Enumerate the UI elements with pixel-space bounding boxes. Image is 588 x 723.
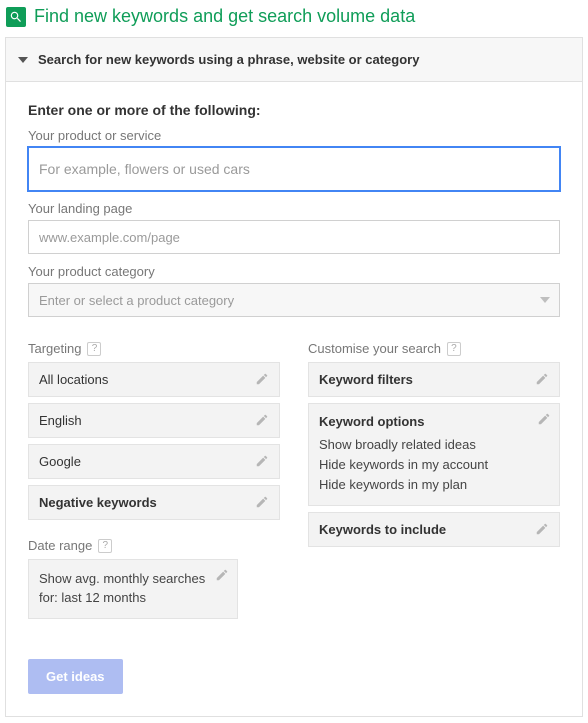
panel-body: Enter one or more of the following: Your… (6, 82, 582, 716)
targeting-negative-keywords[interactable]: Negative keywords (28, 485, 280, 520)
get-ideas-button[interactable]: Get ideas (28, 659, 123, 694)
search-icon (6, 7, 26, 27)
date-range-selector[interactable]: Show avg. monthly searches for: last 12 … (28, 559, 238, 619)
product-label: Your product or service (28, 128, 560, 143)
help-icon[interactable]: ? (98, 539, 112, 553)
pencil-icon (255, 495, 269, 509)
keywords-to-include[interactable]: Keywords to include (308, 512, 560, 547)
customise-column: Customise your search ? Keyword filters … (308, 341, 560, 553)
landing-page-label: Your landing page (28, 201, 560, 216)
product-category-label: Your product category (28, 264, 560, 279)
date-range-label: Date range ? (28, 538, 280, 553)
pencil-icon (255, 372, 269, 386)
help-icon[interactable]: ? (87, 342, 101, 356)
targeting-label: Targeting ? (28, 341, 280, 356)
pencil-icon (535, 522, 549, 536)
product-input[interactable] (28, 147, 560, 191)
product-category-select[interactable]: Enter or select a product category (28, 283, 560, 317)
targeting-network[interactable]: Google (28, 444, 280, 479)
pencil-icon (255, 413, 269, 427)
product-category-placeholder: Enter or select a product category (39, 293, 234, 308)
keyword-filters[interactable]: Keyword filters (308, 362, 560, 397)
keyword-options[interactable]: Keyword options Show broadly related ide… (308, 403, 560, 506)
chevron-down-icon (18, 57, 28, 63)
page-title: Find new keywords and get search volume … (34, 6, 415, 27)
pencil-icon (215, 568, 229, 582)
intro-label: Enter one or more of the following: (28, 102, 560, 118)
customise-label: Customise your search ? (308, 341, 560, 356)
accordion-toggle[interactable]: Search for new keywords using a phrase, … (6, 38, 582, 82)
targeting-locations[interactable]: All locations (28, 362, 280, 397)
help-icon[interactable]: ? (447, 342, 461, 356)
landing-page-input[interactable] (28, 220, 560, 254)
accordion-title: Search for new keywords using a phrase, … (38, 52, 419, 67)
page-header: Find new keywords and get search volume … (0, 0, 588, 37)
targeting-column: Targeting ? All locations English Google… (28, 341, 280, 619)
planner-panel: Search for new keywords using a phrase, … (5, 37, 583, 717)
pencil-icon (535, 372, 549, 386)
chevron-down-icon (540, 297, 550, 303)
pencil-icon (255, 454, 269, 468)
pencil-icon (537, 412, 551, 426)
targeting-language[interactable]: English (28, 403, 280, 438)
